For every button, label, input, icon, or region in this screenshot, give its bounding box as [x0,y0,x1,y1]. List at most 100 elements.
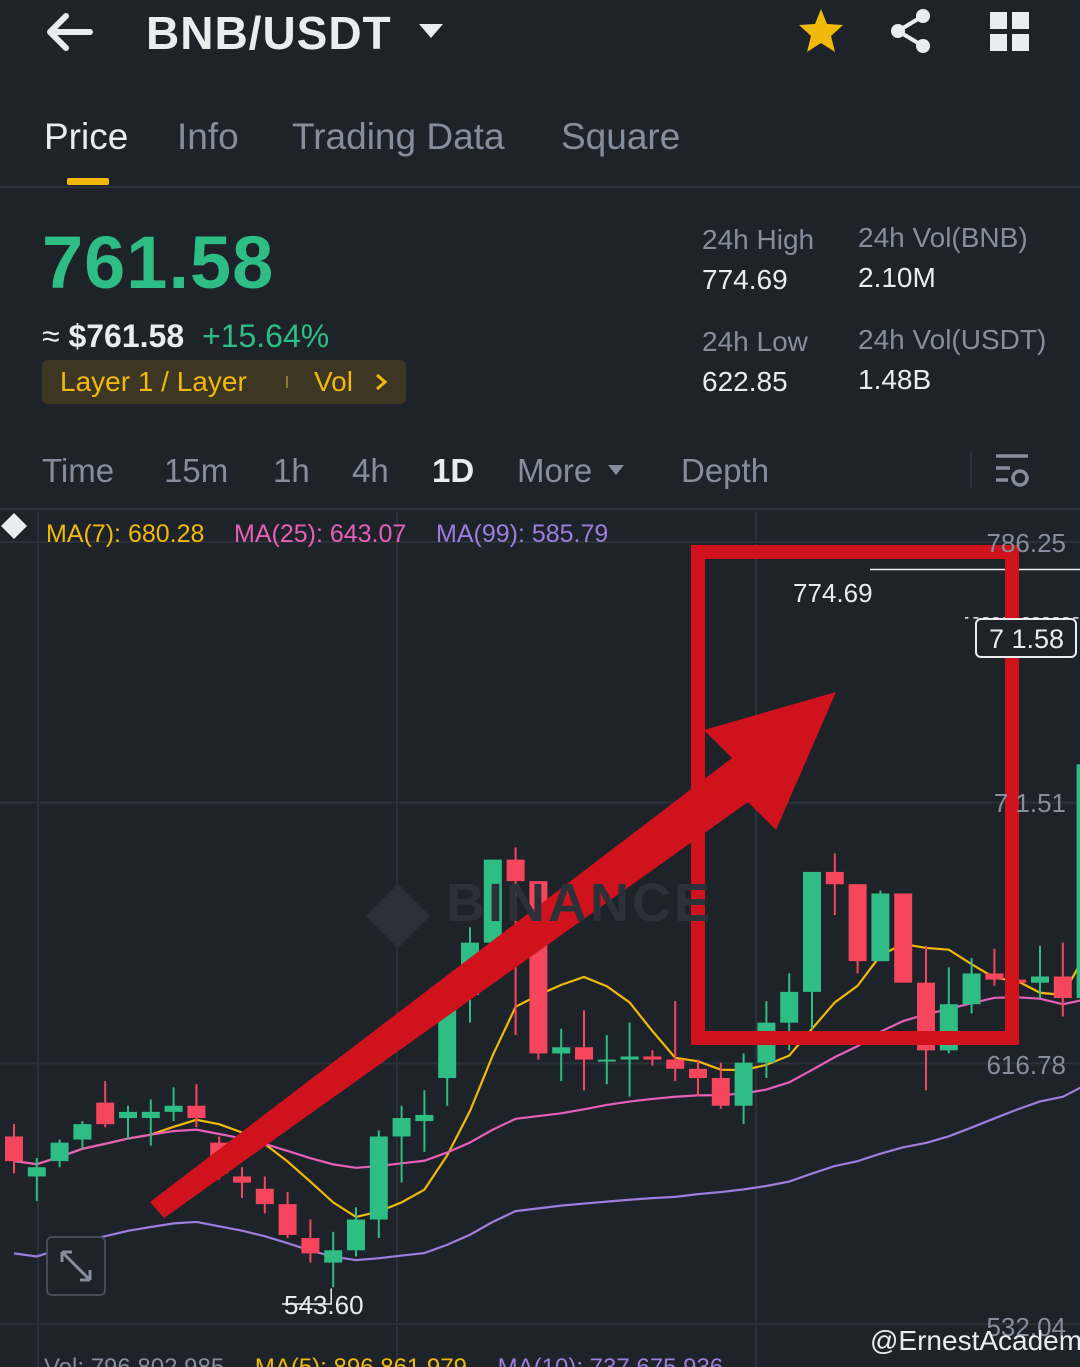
high-marker-label: 774.69 [793,578,873,608]
low-label: 24h Low [702,326,808,357]
candle-body [164,1105,183,1112]
tag-separator [286,376,288,388]
usd-price: $761.58 [68,318,185,354]
last-price: 761.58 [42,221,275,304]
candle-body [73,1124,92,1140]
y-tick-label: 786.25 [986,528,1066,558]
category-tag-label: Layer 1 / Layer [60,366,247,397]
candle-body [597,1059,616,1062]
candlestick-chart [0,512,1080,1367]
interval-bar: Time 15m 1h 4h 1D More Depth [0,440,1080,510]
price-chart[interactable]: BINANCE MA(7): 680.28 MA(25): 643.07 MA(… [0,512,1080,1367]
ma25-label: MA(25): 643.07 [234,520,407,548]
interval-depth[interactable]: Depth [681,452,769,490]
ma7-label: MA(7): 680.28 [46,520,205,548]
chart-settings-icon[interactable] [994,452,1030,490]
high-value: 774.69 [702,264,788,295]
tab-info[interactable]: Info [177,116,239,158]
candle-body [803,871,821,992]
ma99-label: MA(99): 585.79 [436,520,609,548]
candle-body [894,893,913,983]
interval-more[interactable]: More [517,452,592,490]
chevron-right-icon [376,373,388,391]
vol-label: Vol: 796,802.985 [44,1354,224,1367]
candle-body [620,1056,639,1060]
fullscreen-button[interactable] [46,1236,106,1296]
main-tabs: Price Info Trading Data Square [0,110,1080,188]
vol-base-value: 2.10M [858,262,936,293]
share-icon[interactable] [886,6,936,56]
watermark-credit: @ErnestAcademy [870,1325,1080,1356]
candle-body [734,1062,753,1106]
candle-body [848,884,867,962]
dropdown-caret-icon[interactable] [418,22,444,40]
candle-body [689,1068,707,1079]
vol-ma5-label: MA(5): 896,861.979 [255,1354,467,1367]
low-value: 622.85 [702,366,788,397]
more-caret-icon [608,465,624,475]
back-arrow-icon[interactable] [44,8,100,56]
price-change-percent: +15.64% [202,318,330,354]
candle-body [552,1047,571,1054]
candle-body [369,1136,388,1220]
candle-body [415,1114,434,1122]
active-tab-indicator [67,178,109,185]
candle-body [50,1142,69,1162]
vol-quote-label: 24h Vol(USDT) [858,324,1047,355]
candle-body [1031,976,1049,983]
grid-icon[interactable] [988,10,1032,54]
interval-15m[interactable]: 15m [164,452,228,490]
y-tick-label: 616.78 [986,1050,1066,1080]
candle-body [141,1111,160,1119]
pair-title[interactable]: BNB/USDT [146,6,392,60]
candle-body [825,871,844,885]
usd-equivalent: ≈ $761.58 [42,318,184,355]
candle-body [96,1102,115,1125]
candle-body [27,1167,46,1177]
current-price-tag-text: 7 1.58 [989,624,1065,654]
top-bar: BNB/USDT [0,0,1080,70]
candle-body [233,1176,251,1183]
low-marker-label: 543.60 [284,1290,364,1320]
high-marker-line [870,568,1080,571]
candle-body [666,1059,685,1069]
vol-ma10-label: MA(10): 737,675.936 [498,1354,723,1367]
current-price-tag[interactable]: 7 1.58 [975,618,1077,658]
interval-time[interactable]: Time [42,452,114,490]
candle-body [871,893,890,962]
candle-body [575,1047,593,1060]
tab-price[interactable]: Price [44,116,128,158]
vol-tag-label: Vol [314,366,353,397]
candle-body [1053,976,1072,999]
y-tick-label: 7 1.51 [993,788,1066,818]
candle-body [324,1250,343,1263]
vol-quote-value: 1.48B [858,364,932,395]
category-tag[interactable]: Layer 1 / Layer Vol [42,360,406,404]
star-icon[interactable] [796,6,846,56]
tab-square[interactable]: Square [561,116,680,158]
candle-body [255,1188,274,1205]
interval-4h[interactable]: 4h [352,452,389,490]
watermark-logo [366,884,430,948]
vol-base-label: 24h Vol(BNB) [858,222,1028,253]
interval-divider [970,452,972,488]
high-label: 24h High [702,224,815,255]
candle-body [985,973,1004,980]
watermark-text: BINANCE [446,873,714,933]
candle-body [780,991,799,1023]
tab-trading-data[interactable]: Trading Data [292,116,505,158]
interval-1d[interactable]: 1D [432,452,474,490]
expand-icon [60,1250,92,1282]
candle-body [187,1105,206,1119]
candle-body [5,1136,23,1162]
candle-body [278,1204,297,1235]
candle-body [962,973,981,1005]
candle-body [1076,764,1080,999]
binance-logo-icon [1,513,27,539]
candle-body [643,1056,662,1060]
candle-body [711,1078,730,1106]
candle-body [301,1237,320,1254]
candle-body [119,1111,137,1119]
interval-1h[interactable]: 1h [273,452,310,490]
trend-arrow [150,692,836,1218]
